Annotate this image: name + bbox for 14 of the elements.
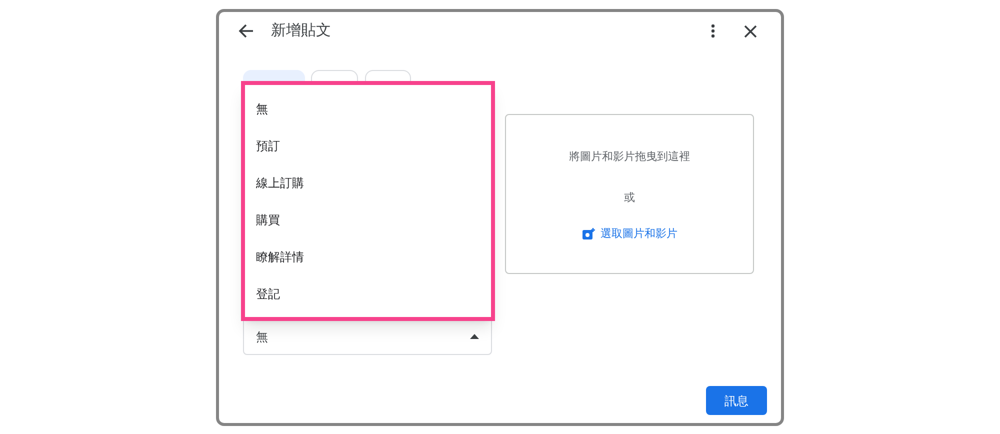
drop-hint: 將圖片和影片拖曳到這裡: [569, 150, 690, 165]
menu-item[interactable]: 登記: [245, 275, 491, 312]
or-text: 或: [624, 190, 635, 206]
menu-item[interactable]: 瞭解詳情: [245, 238, 491, 275]
select-media-link[interactable]: 選取圖片和影片: [600, 226, 678, 242]
select-value: 無: [256, 328, 268, 346]
menu-item[interactable]: 無: [245, 90, 491, 127]
dialog-title: 新增貼文: [271, 21, 331, 41]
media-drop-zone[interactable]: 將圖片和影片拖曳到這裡 或 選取圖片和影片: [505, 114, 754, 274]
menu-item[interactable]: 購買: [245, 201, 491, 238]
menu-item[interactable]: 預訂: [245, 127, 491, 164]
menu-item[interactable]: 線上訂購: [245, 164, 491, 201]
add-photo-icon: [582, 228, 594, 240]
message-button[interactable]: 訊息: [706, 386, 767, 415]
